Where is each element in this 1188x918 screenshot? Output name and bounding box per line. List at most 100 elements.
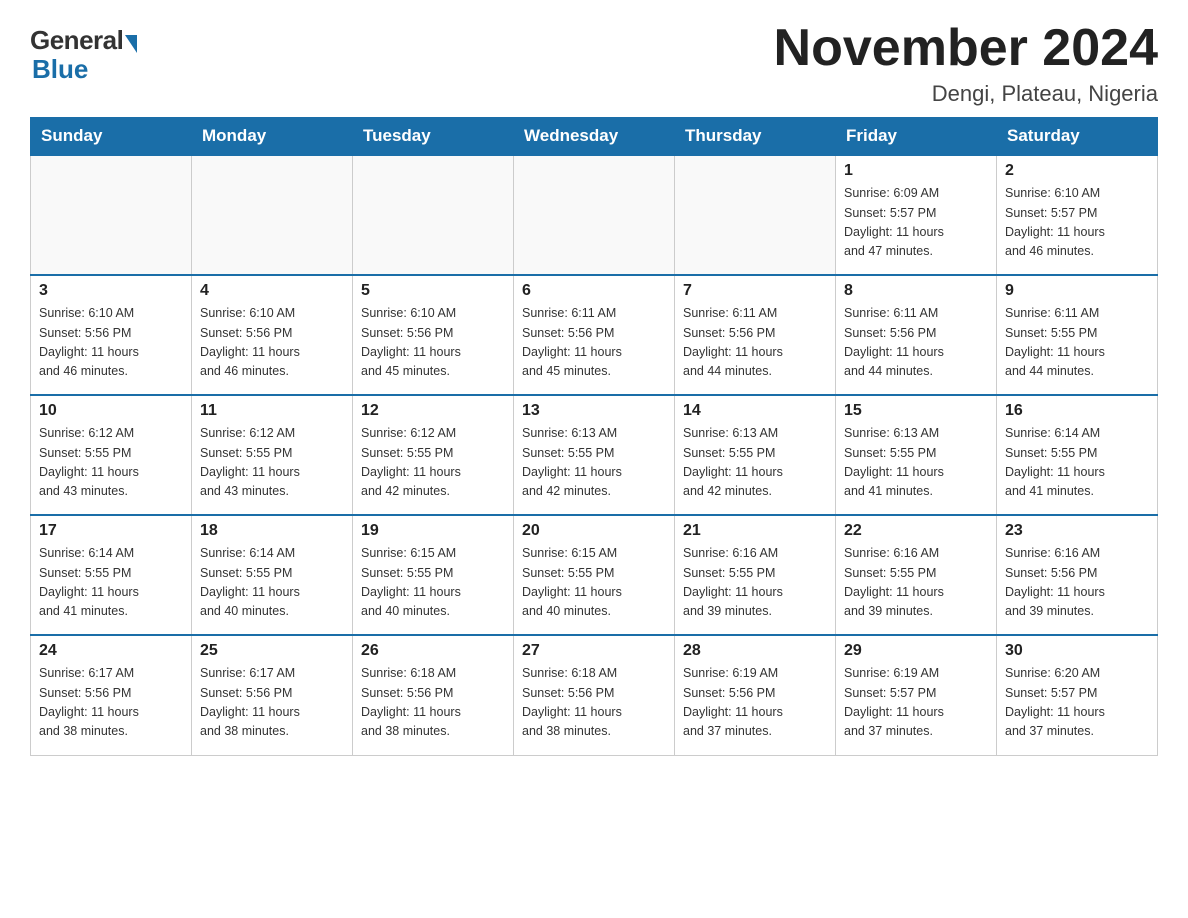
day-number: 10 (39, 402, 183, 420)
title-area: November 2024 Dengi, Plateau, Nigeria (774, 20, 1158, 107)
day-number: 21 (683, 522, 827, 540)
day-info: Sunrise: 6:13 AM Sunset: 5:55 PM Dayligh… (683, 424, 827, 502)
day-number: 26 (361, 642, 505, 660)
calendar-cell (675, 155, 836, 275)
calendar-cell (31, 155, 192, 275)
day-info: Sunrise: 6:14 AM Sunset: 5:55 PM Dayligh… (39, 544, 183, 622)
calendar-cell: 13Sunrise: 6:13 AM Sunset: 5:55 PM Dayli… (514, 395, 675, 515)
day-info: Sunrise: 6:12 AM Sunset: 5:55 PM Dayligh… (361, 424, 505, 502)
day-info: Sunrise: 6:15 AM Sunset: 5:55 PM Dayligh… (522, 544, 666, 622)
day-info: Sunrise: 6:11 AM Sunset: 5:56 PM Dayligh… (522, 304, 666, 382)
calendar-cell: 4 Sunrise: 6:10 AM Sunset: 5:56 PM Daylig… (192, 275, 353, 395)
day-number: 22 (844, 522, 988, 540)
calendar-header-tuesday: Tuesday (353, 118, 514, 156)
calendar-cell: 15 Sunrise: 6:13 AM Sunset: 5:55 PM Dayli… (836, 395, 997, 515)
day-info: Sunrise: 6:12 AM Sunset: 5:55 PM Dayligh… (200, 424, 344, 502)
calendar-header-row: SundayMondayTuesdayWednesdayThursdayFrid… (31, 118, 1158, 156)
day-number: 3 (39, 282, 183, 300)
calendar-header-saturday: Saturday (997, 118, 1158, 156)
calendar-week-row: 24Sunrise: 6:17 AM Sunset: 5:56 PM Dayli… (31, 635, 1158, 755)
calendar-cell (514, 155, 675, 275)
day-number: 14 (683, 402, 827, 420)
logo: General Blue (30, 20, 137, 85)
calendar-cell: 14 Sunrise: 6:13 AM Sunset: 5:55 PM Dayli… (675, 395, 836, 515)
calendar-week-row: 1 Sunrise: 6:09 AM Sunset: 5:57 PM Daylig… (31, 155, 1158, 275)
calendar-header-wednesday: Wednesday (514, 118, 675, 156)
day-number: 7 (683, 282, 827, 300)
page-header: General Blue November 2024 Dengi, Platea… (30, 20, 1158, 107)
day-number: 4 (200, 282, 344, 300)
day-number: 28 (683, 642, 827, 660)
day-info: Sunrise: 6:18 AM Sunset: 5:56 PM Dayligh… (361, 664, 505, 742)
calendar-week-row: 17 Sunrise: 6:14 AM Sunset: 5:55 PM Dayli… (31, 515, 1158, 635)
day-info: Sunrise: 6:11 AM Sunset: 5:56 PM Dayligh… (683, 304, 827, 382)
logo-general-text: General (30, 25, 123, 56)
day-number: 17 (39, 522, 183, 540)
day-number: 11 (200, 402, 344, 420)
logo-blue-text: Blue (30, 54, 88, 85)
day-info: Sunrise: 6:16 AM Sunset: 5:55 PM Dayligh… (683, 544, 827, 622)
day-number: 27 (522, 642, 666, 660)
calendar-cell: 11 Sunrise: 6:12 AM Sunset: 5:55 PM Dayli… (192, 395, 353, 515)
calendar-cell: 29Sunrise: 6:19 AM Sunset: 5:57 PM Dayli… (836, 635, 997, 755)
calendar-cell: 23Sunrise: 6:16 AM Sunset: 5:56 PM Dayli… (997, 515, 1158, 635)
day-info: Sunrise: 6:10 AM Sunset: 5:56 PM Dayligh… (361, 304, 505, 382)
day-number: 24 (39, 642, 183, 660)
calendar-cell: 12 Sunrise: 6:12 AM Sunset: 5:55 PM Dayli… (353, 395, 514, 515)
calendar-cell: 9 Sunrise: 6:11 AM Sunset: 5:55 PM Daylig… (997, 275, 1158, 395)
day-info: Sunrise: 6:14 AM Sunset: 5:55 PM Dayligh… (200, 544, 344, 622)
day-info: Sunrise: 6:10 AM Sunset: 5:57 PM Dayligh… (1005, 184, 1149, 262)
calendar-cell: 6 Sunrise: 6:11 AM Sunset: 5:56 PM Daylig… (514, 275, 675, 395)
calendar-cell: 8 Sunrise: 6:11 AM Sunset: 5:56 PM Daylig… (836, 275, 997, 395)
calendar-cell: 21 Sunrise: 6:16 AM Sunset: 5:55 PM Dayli… (675, 515, 836, 635)
calendar-week-row: 10 Sunrise: 6:12 AM Sunset: 5:55 PM Dayli… (31, 395, 1158, 515)
calendar-header-sunday: Sunday (31, 118, 192, 156)
day-number: 16 (1005, 402, 1149, 420)
day-number: 9 (1005, 282, 1149, 300)
day-info: Sunrise: 6:10 AM Sunset: 5:56 PM Dayligh… (39, 304, 183, 382)
calendar-cell: 17 Sunrise: 6:14 AM Sunset: 5:55 PM Dayli… (31, 515, 192, 635)
day-number: 20 (522, 522, 666, 540)
day-info: Sunrise: 6:16 AM Sunset: 5:55 PM Dayligh… (844, 544, 988, 622)
day-info: Sunrise: 6:13 AM Sunset: 5:55 PM Dayligh… (844, 424, 988, 502)
calendar-cell: 28Sunrise: 6:19 AM Sunset: 5:56 PM Dayli… (675, 635, 836, 755)
calendar-week-row: 3 Sunrise: 6:10 AM Sunset: 5:56 PM Daylig… (31, 275, 1158, 395)
day-info: Sunrise: 6:12 AM Sunset: 5:55 PM Dayligh… (39, 424, 183, 502)
day-info: Sunrise: 6:18 AM Sunset: 5:56 PM Dayligh… (522, 664, 666, 742)
calendar-table: SundayMondayTuesdayWednesdayThursdayFrid… (30, 117, 1158, 756)
day-info: Sunrise: 6:10 AM Sunset: 5:56 PM Dayligh… (200, 304, 344, 382)
page-title: November 2024 (774, 20, 1158, 77)
calendar-cell: 16 Sunrise: 6:14 AM Sunset: 5:55 PM Dayli… (997, 395, 1158, 515)
calendar-cell: 10 Sunrise: 6:12 AM Sunset: 5:55 PM Dayli… (31, 395, 192, 515)
day-number: 1 (844, 162, 988, 180)
calendar-header-friday: Friday (836, 118, 997, 156)
calendar-cell: 26 Sunrise: 6:18 AM Sunset: 5:56 PM Dayli… (353, 635, 514, 755)
day-info: Sunrise: 6:11 AM Sunset: 5:56 PM Dayligh… (844, 304, 988, 382)
calendar-cell: 7 Sunrise: 6:11 AM Sunset: 5:56 PM Daylig… (675, 275, 836, 395)
calendar-cell: 1 Sunrise: 6:09 AM Sunset: 5:57 PM Daylig… (836, 155, 997, 275)
logo-arrow-icon (125, 35, 137, 53)
day-info: Sunrise: 6:19 AM Sunset: 5:57 PM Dayligh… (844, 664, 988, 742)
day-number: 6 (522, 282, 666, 300)
day-number: 19 (361, 522, 505, 540)
day-number: 8 (844, 282, 988, 300)
day-info: Sunrise: 6:09 AM Sunset: 5:57 PM Dayligh… (844, 184, 988, 262)
calendar-header-thursday: Thursday (675, 118, 836, 156)
day-number: 30 (1005, 642, 1149, 660)
day-number: 5 (361, 282, 505, 300)
calendar-cell: 20 Sunrise: 6:15 AM Sunset: 5:55 PM Dayli… (514, 515, 675, 635)
day-number: 12 (361, 402, 505, 420)
calendar-cell (353, 155, 514, 275)
day-info: Sunrise: 6:13 AM Sunset: 5:55 PM Dayligh… (522, 424, 666, 502)
calendar-cell: 3 Sunrise: 6:10 AM Sunset: 5:56 PM Daylig… (31, 275, 192, 395)
calendar-cell: 25Sunrise: 6:17 AM Sunset: 5:56 PM Dayli… (192, 635, 353, 755)
day-info: Sunrise: 6:11 AM Sunset: 5:55 PM Dayligh… (1005, 304, 1149, 382)
day-info: Sunrise: 6:15 AM Sunset: 5:55 PM Dayligh… (361, 544, 505, 622)
calendar-cell: 19 Sunrise: 6:15 AM Sunset: 5:55 PM Dayli… (353, 515, 514, 635)
calendar-header-monday: Monday (192, 118, 353, 156)
day-info: Sunrise: 6:16 AM Sunset: 5:56 PM Dayligh… (1005, 544, 1149, 622)
day-info: Sunrise: 6:20 AM Sunset: 5:57 PM Dayligh… (1005, 664, 1149, 742)
day-number: 15 (844, 402, 988, 420)
calendar-cell: 24Sunrise: 6:17 AM Sunset: 5:56 PM Dayli… (31, 635, 192, 755)
day-info: Sunrise: 6:14 AM Sunset: 5:55 PM Dayligh… (1005, 424, 1149, 502)
